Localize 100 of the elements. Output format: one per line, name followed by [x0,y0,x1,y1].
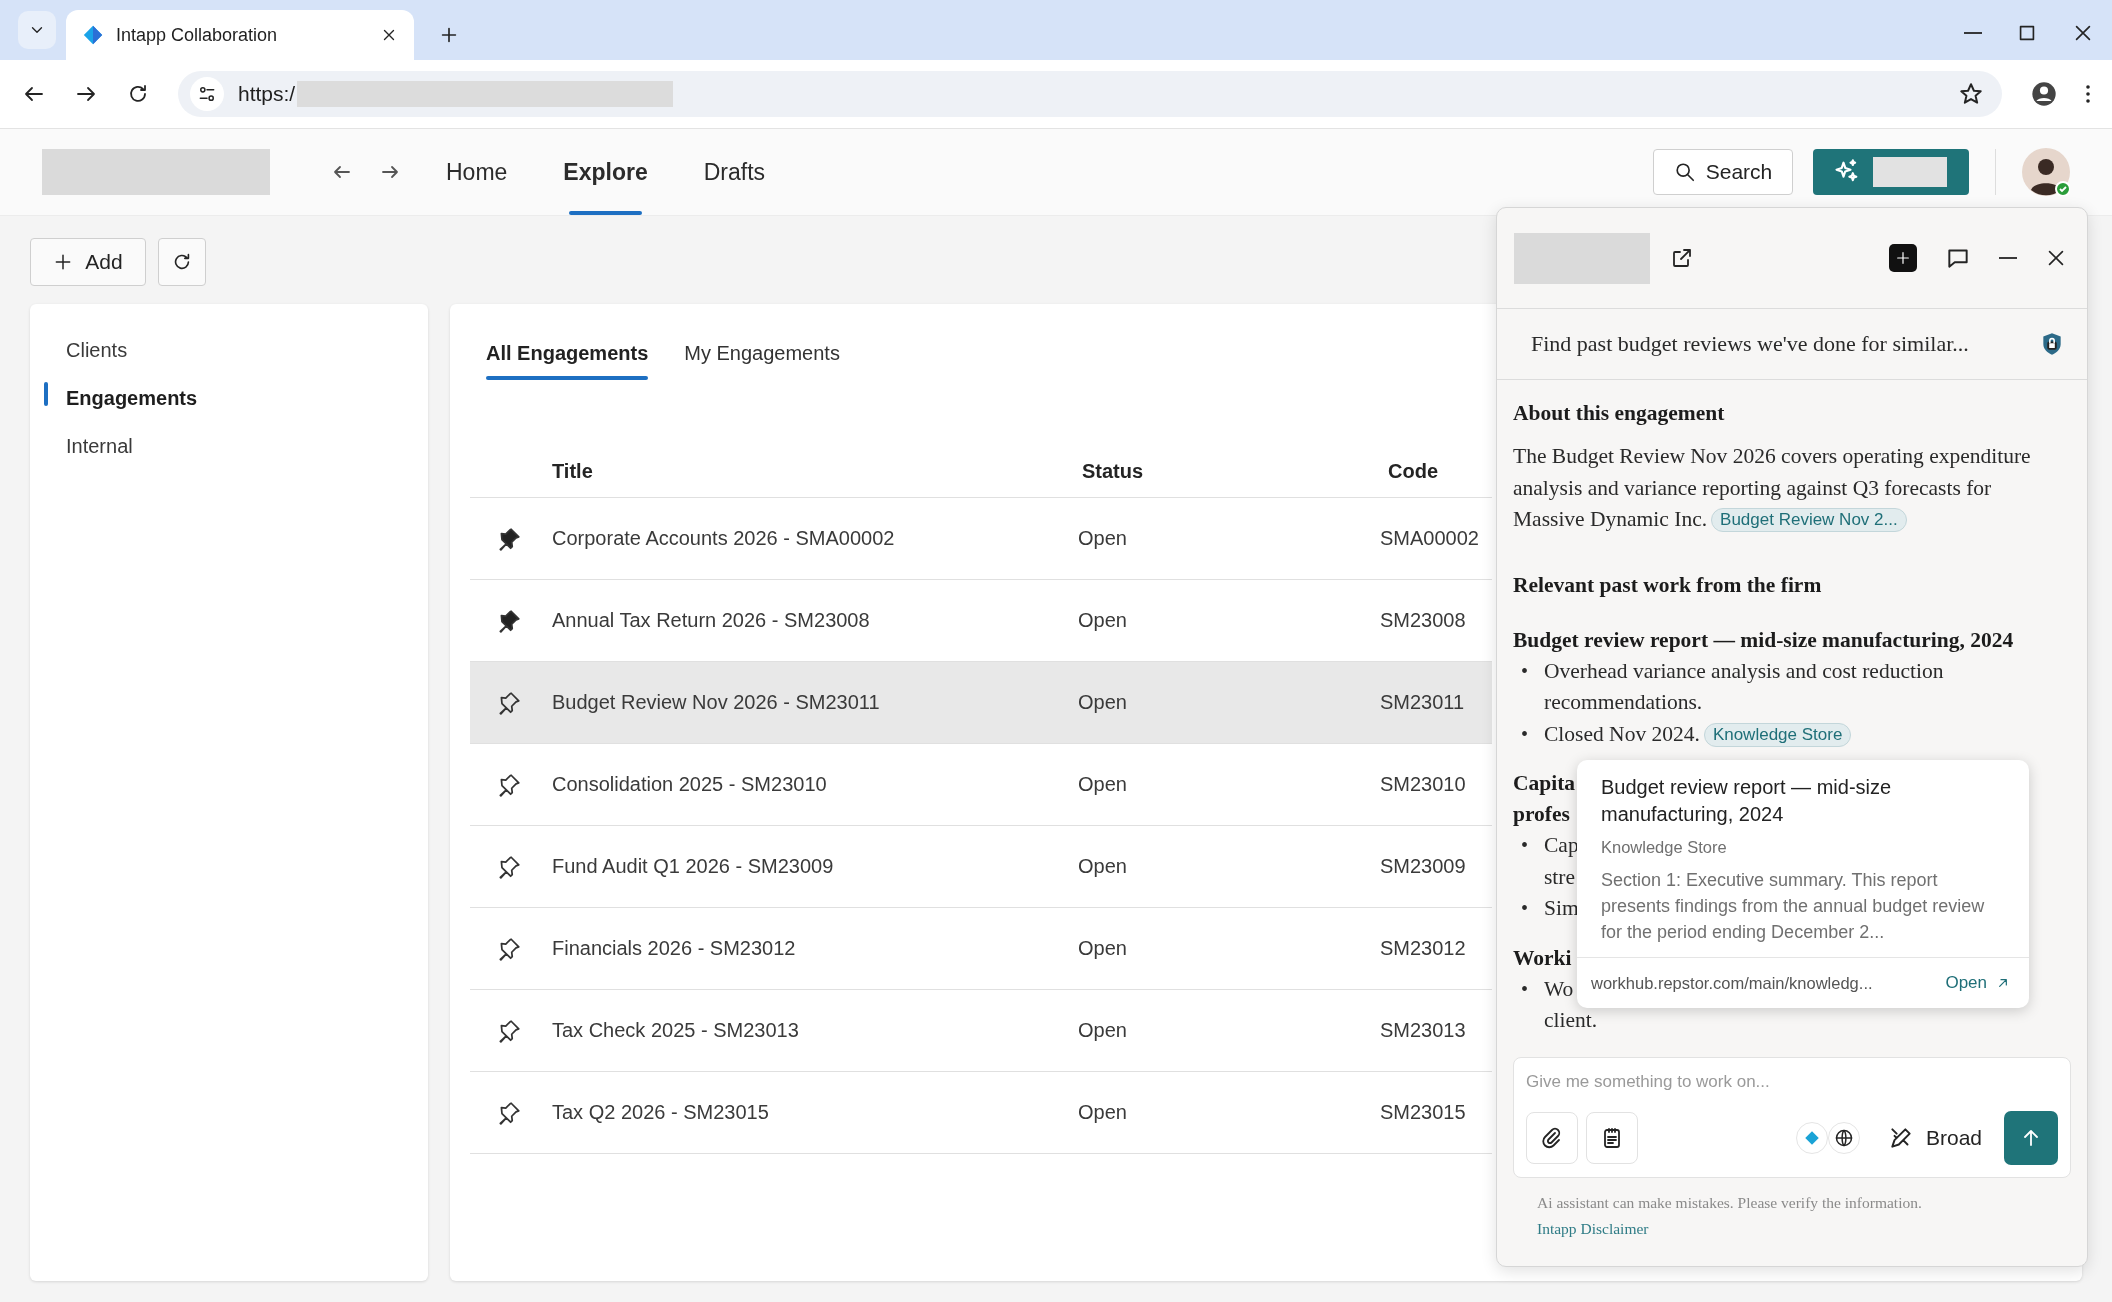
mode-button[interactable]: Broad [1887,1125,1982,1151]
code-cell-text: SM23011 [1379,691,1465,713]
bullet-text: stre [1544,863,1576,891]
search-icon [1673,161,1696,183]
bullet-mark: • [1521,659,1528,682]
pop-out-button[interactable] [1670,246,1694,270]
refresh-button[interactable] [158,238,206,286]
bullet-text: Sim [1544,895,1579,922]
url-text: https:/ [238,82,296,106]
sliders-icon [197,84,217,104]
more-icon [2086,85,2090,103]
address-bar[interactable]: https:/ [178,71,2002,117]
title-cell-text: Consolidation 2025 - SM23010 [551,773,827,795]
web-toggle[interactable] [1827,1122,1860,1154]
search-button[interactable]: Search [1653,149,1793,195]
external-link-icon [1670,246,1694,270]
status-cell-text: Open [1077,527,1127,549]
site-info-icon[interactable] [190,77,224,111]
source-toggle[interactable] [1795,1122,1828,1154]
status-cell-text: Open [1077,609,1127,631]
table-row[interactable]: Consolidation 2025 - SM23010 Open SM23010 [470,744,1492,826]
tab[interactable]: All Engagements [486,326,649,380]
bookmark-button[interactable] [1958,81,1984,107]
section-heading: Capita [1513,770,1576,797]
tab-title: Intapp Collaboration [116,24,279,46]
section-heading: Relevant past work from the firm [1513,571,1822,599]
bullet-text: Overhead variance analysis and cost reduction recommendations. [1544,657,1945,716]
code-cell-text: SM23010 [1379,773,1466,795]
status-cell-text: Open [1077,691,1127,713]
sidebar-item[interactable]: Engagements [30,374,428,422]
code-cell-text: SMA00002 [1379,527,1479,549]
bullet-mark: • [1521,977,1528,1000]
column-header[interactable]: Code [1384,460,1492,483]
pin-icon[interactable] [496,525,522,552]
table-row[interactable]: Corporate Accounts 2026 - SMA00002 Open SMA00002 [470,498,1492,580]
tab[interactable]: My Engagements [684,326,840,380]
profile-button[interactable] [2030,80,2058,108]
clipboard-button[interactable] [1586,1112,1638,1164]
source-chip[interactable]: Knowledge Store [1703,722,1852,747]
popover-url: workhub.repstor.com/main/knowledg... [1591,973,1873,993]
browser-tab[interactable]: Intapp Collaboration [66,10,414,60]
pin-icon[interactable] [496,771,522,798]
column-header[interactable]: Title [548,460,1078,483]
pin-icon[interactable] [496,607,522,634]
title-cell-text: Financials 2026 - SM23012 [551,937,796,959]
code-cell-text: SM23013 [1379,1019,1466,1041]
pin-icon[interactable] [496,853,522,880]
bullet-mark: • [1521,834,1528,856]
attach-button[interactable] [1526,1112,1578,1164]
popover-excerpt: Section 1: Executive summary. This report presents findings from the annual budget review for the period ending December 2... [1601,869,1986,944]
new-chat-button[interactable] [1889,244,1917,272]
bullet-text: client. [1544,1007,1598,1034]
prompt-field[interactable]: Give me something to work on... Broad [1513,1057,2071,1178]
send-button[interactable] [2004,1111,2058,1165]
summary-paragraph: The Budget Review Nov 2026 covers operating expenditure analysis and variance reporting against Q3 forecasts for Massive Dynamic Inc. Budget Review Nov 2... [1513,443,2032,534]
diamond-icon [82,24,104,46]
pin-icon[interactable] [496,1099,522,1126]
minimize-icon [1999,257,2017,259]
status-cell-text: Open [1077,937,1127,959]
bullet-text: Cap [1544,832,1579,859]
title-cell-text: Tax Check 2025 - SM23013 [551,1019,799,1041]
title-cell-text: Tax Q2 2026 - SM23015 [551,1101,769,1123]
pin-icon[interactable] [496,689,522,716]
section-heading: Worki [1513,944,1572,972]
table-row[interactable]: Fund Audit Q1 2026 - SM23009 Open SM23009 [470,826,1492,908]
title-cell-text: Corporate Accounts 2026 - SMA00002 [551,527,895,549]
section-heading: profes [1513,801,1570,828]
table-row[interactable]: Budget Review Nov 2026 - SM23011 Open SM23011 [470,662,1492,744]
table-row[interactable]: Tax Check 2025 - SM23013 Open SM23013 [470,990,1492,1072]
status-cell-text: Open [1077,1101,1127,1123]
query-text: Find past budget reviews we've done for similar... [1531,331,1969,357]
code-cell-text: SM23008 [1379,609,1466,631]
bullet-text: Closed Nov 2024. Knowledge Store [1544,718,1852,750]
nav-tab[interactable]: Explore [563,129,648,215]
disclaimer-link[interactable]: Intapp Disclaimer [1537,1216,1649,1242]
pin-icon[interactable] [496,935,522,962]
star-icon [1958,81,1984,107]
popover-source: Knowledge Store [1601,838,1728,857]
column-header[interactable]: Status [1078,460,1384,483]
minimize-icon [1964,32,1982,34]
title-cell-text: Budget Review Nov 2026 - SM23011 [551,691,880,713]
status-cell-text: Open [1077,773,1127,795]
globe-icon [1833,1128,1854,1148]
nav-tab[interactable]: Drafts [703,129,766,215]
title-cell-text: Fund Audit Q1 2026 - SM23009 [551,855,834,877]
sidebar-item[interactable]: Clients [30,326,428,374]
avatar[interactable] [2022,148,2070,196]
open-link[interactable]: Open [1945,973,2011,993]
nav-tab[interactable]: Home [446,129,508,215]
pin-icon[interactable] [496,1017,522,1044]
sidebar-item[interactable]: Internal [30,422,428,470]
assistant-button[interactable] [1813,149,1969,195]
table-row[interactable]: Tax Q2 2026 - SM23015 Open SM23015 [470,1072,1492,1154]
menu-button[interactable] [2086,85,2090,103]
section-heading: About this engagement [1513,400,1725,427]
title-cell-text: Annual Tax Return 2026 - SM23008 [551,609,870,631]
table-row[interactable]: Financials 2026 - SM23012 Open SM23012 [470,908,1492,990]
add-button[interactable]: Add [30,238,146,286]
source-chip[interactable]: Budget Review Nov 2... [1711,508,1907,532]
popover-title: Budget review report — mid-size manufacturing, 2024 [1601,775,1893,827]
